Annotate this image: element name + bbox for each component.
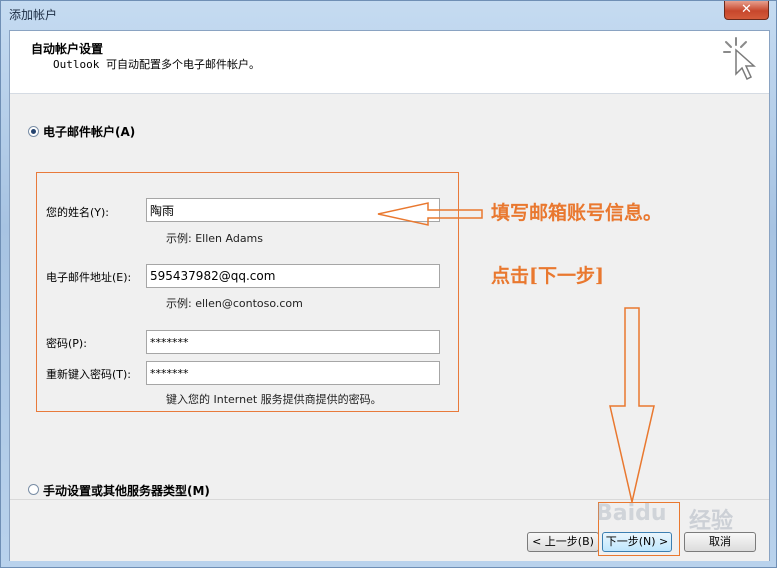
email-hint: 示例: ellen@contoso.com: [166, 297, 303, 310]
header-band: 自动帐户设置 Outlook 可自动配置多个电子邮件帐户。: [10, 31, 769, 94]
password-input[interactable]: [146, 330, 440, 354]
annotation-fill-info: 填写邮箱账号信息。: [491, 202, 663, 224]
retype-password-label: 重新键入密码(T):: [46, 368, 132, 381]
email-account-label[interactable]: 电子邮件帐户(A): [43, 123, 135, 140]
back-button[interactable]: < 上一步(B): [527, 532, 599, 552]
page-subtitle: Outlook 可自动配置多个电子邮件帐户。: [53, 58, 260, 71]
name-hint: 示例: Ellen Adams: [166, 232, 264, 245]
password-label: 密码(P):: [46, 337, 87, 350]
annotation-click-next: 点击[下一步]: [491, 265, 604, 287]
watermark-label: 经验: [689, 509, 734, 534]
watermark-logo: Baidu: [596, 501, 667, 526]
page-title: 自动帐户设置: [31, 42, 104, 56]
name-label: 您的姓名(Y):: [46, 206, 110, 219]
manual-setup-label[interactable]: 手动设置或其他服务器类型(M): [43, 482, 210, 499]
password-hint: 键入您的 Internet 服务提供商提供的密码。: [166, 393, 382, 406]
close-button[interactable]: ✕: [724, 1, 769, 20]
email-label: 电子邮件地址(E):: [46, 271, 132, 284]
window-title: 添加帐户: [9, 8, 58, 22]
dialog-window: 添加帐户 ✕ 自动帐户设置 Outlook 可自动配置多个电子邮件帐户。 < 上…: [0, 0, 777, 568]
email-input[interactable]: [146, 264, 440, 288]
down-arrow-icon: [609, 307, 655, 503]
cancel-button[interactable]: 取消: [684, 532, 756, 552]
left-arrow-icon: [377, 202, 483, 226]
retype-password-input[interactable]: [146, 361, 440, 385]
email-account-radio[interactable]: [28, 126, 39, 137]
wizard-cursor-icon: [723, 37, 756, 81]
manual-setup-radio[interactable]: [28, 484, 39, 495]
